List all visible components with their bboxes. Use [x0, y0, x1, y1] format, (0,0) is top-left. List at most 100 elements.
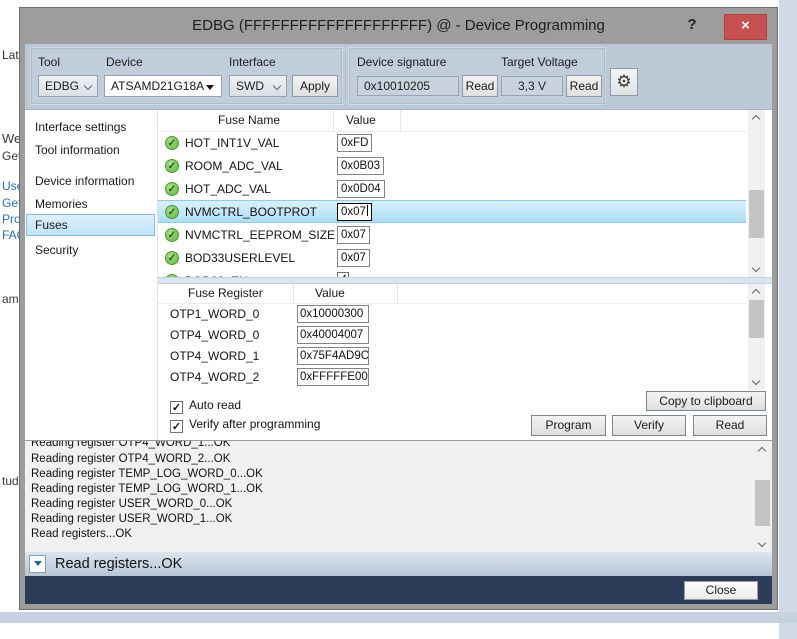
log-line: Reading register USER_WORD_0...OK — [31, 498, 232, 510]
fuse-name: BOD33USERLEVEL — [185, 251, 295, 265]
scrollbar-thumb[interactable] — [749, 190, 764, 238]
register-table-scrollbar[interactable] — [748, 284, 765, 390]
tool-select-value: EDBG — [45, 79, 79, 93]
fuse-table-scrollbar[interactable] — [748, 110, 765, 277]
log-scrollbar[interactable] — [754, 442, 771, 551]
register-value-input[interactable]: 0xFFFFFE00 — [297, 368, 369, 386]
copy-to-clipboard-button[interactable]: Copy to clipboard — [646, 391, 766, 411]
verify-checkbox[interactable] — [170, 420, 183, 433]
text-caret — [367, 205, 368, 216]
fuse-value-input-focused[interactable]: 0x07 — [337, 203, 372, 221]
fuse-value-input[interactable]: 0x0D04 — [337, 180, 385, 198]
fuse-name: NVMCTRL_BOOTPROT — [185, 205, 317, 219]
log-line: Reading register TEMP_LOG_WORD_1...OK — [31, 483, 263, 495]
sidebar-item-device-information[interactable]: Device information — [25, 171, 157, 191]
log-line: Reading register TEMP_LOG_WORD_0...OK — [31, 468, 263, 480]
scrollbar-thumb[interactable] — [749, 300, 764, 338]
device-programming-dialog: EDBG (FFFFFFFFFFFFFFFFFFFF) @ - Device P… — [20, 8, 777, 609]
dialog-title: EDBG (FFFFFFFFFFFFFFFFFFFF) @ - Device P… — [20, 17, 777, 34]
fuse-value-header: Value — [346, 113, 376, 127]
auto-read-checkbox-row[interactable]: Auto read — [170, 398, 241, 414]
fuse-value-input[interactable]: 0x07 — [337, 226, 370, 244]
fuse-value-text: 0x07 — [341, 206, 366, 218]
background-window-edge — [779, 0, 797, 639]
fuse-value-input[interactable]: 0x0B03 — [337, 157, 384, 175]
dropdown-arrow-icon — [206, 85, 214, 90]
verify-checkbox-row[interactable]: Verify after programming — [170, 417, 320, 433]
log-line: Read registers...OK — [31, 528, 132, 540]
scroll-up-button[interactable] — [754, 442, 771, 457]
program-button[interactable]: Program — [531, 415, 606, 436]
sidebar-item-tool-information[interactable]: Tool information — [25, 140, 157, 160]
interface-select[interactable]: SWD — [229, 75, 287, 97]
register-row[interactable]: OTP4_WORD_1 0x75F4AD9C — [158, 346, 746, 367]
settings-button[interactable]: ⚙ — [610, 68, 638, 96]
chevron-down-icon — [758, 539, 766, 547]
tool-select[interactable]: EDBG — [38, 75, 98, 97]
read-voltage-button[interactable]: Read — [566, 75, 602, 97]
column-divider — [397, 284, 398, 303]
target-voltage-value: 3,3 V — [501, 76, 563, 96]
register-row[interactable]: OTP1_WORD_0 0x10000300 — [158, 304, 746, 325]
chevron-down-icon — [273, 82, 281, 90]
fuse-name: HOT_INT1V_VAL — [185, 136, 279, 150]
dialog-body: Tool Device Interface EDBG ATSAMD21G18A … — [25, 44, 772, 604]
sidebar-item-memories[interactable]: Memories — [25, 194, 157, 214]
scroll-down-button[interactable] — [754, 537, 771, 551]
signature-group: Device signature Target Voltage 0x100102… — [348, 47, 606, 105]
fuse-value-input[interactable]: 0xFD — [337, 134, 372, 152]
background-window-band — [0, 612, 797, 623]
log-line: Reading register OTP4_WORD_1...OK — [31, 440, 230, 449]
register-value-input[interactable]: 0x10000300 — [297, 305, 369, 323]
chevron-up-icon — [752, 289, 760, 297]
apply-button[interactable]: Apply — [292, 75, 338, 97]
register-name: OTP1_WORD_0 — [170, 307, 259, 321]
register-value-input[interactable]: 0x75F4AD9C — [297, 347, 369, 365]
dialog-footer: Close — [25, 576, 772, 604]
auto-read-checkbox[interactable] — [170, 401, 183, 414]
verify-button[interactable]: Verify — [612, 415, 686, 436]
register-row[interactable]: OTP4_WORD_0 0x40004007 — [158, 325, 746, 346]
scroll-down-button[interactable] — [748, 375, 765, 390]
sidebar-item-security[interactable]: Security — [25, 240, 157, 260]
device-select[interactable]: ATSAMD21G18A — [104, 75, 222, 97]
close-window-button[interactable]: × — [724, 14, 767, 40]
column-divider — [333, 110, 334, 131]
fuse-row[interactable]: ✓ HOT_ADC_VAL 0x0D04 — [158, 178, 746, 201]
fuse-row-clipped[interactable]: ✓ BOD33_EN — [158, 270, 746, 277]
scroll-down-button[interactable] — [748, 262, 765, 277]
register-value-header: Value — [315, 286, 345, 300]
fuse-row[interactable]: ✓ ROOM_ADC_VAL 0x0B03 — [158, 155, 746, 178]
log-line: Reading register USER_WORD_1...OK — [31, 513, 232, 525]
read-button[interactable]: Read — [693, 415, 767, 436]
fuse-row-selected[interactable]: ✓ NVMCTRL_BOOTPROT 0x07 — [158, 200, 746, 223]
sidebar-item-fuses[interactable]: Fuses — [25, 215, 157, 235]
log-panel[interactable]: Reading register OTP4_WORD_1...OK Readin… — [25, 440, 772, 551]
scroll-up-button[interactable] — [748, 284, 765, 299]
status-dropdown-button[interactable] — [29, 555, 46, 573]
panel-splitter[interactable] — [158, 277, 772, 284]
background-text-fragment: Lat — [2, 48, 19, 62]
help-button[interactable]: ? — [683, 16, 701, 38]
close-dialog-button[interactable]: Close — [684, 581, 758, 600]
auto-read-label: Auto read — [189, 398, 241, 412]
register-value-input[interactable]: 0x40004007 — [297, 326, 369, 344]
toolbar: Tool Device Interface EDBG ATSAMD21G18A … — [25, 44, 772, 110]
interface-select-value: SWD — [236, 79, 264, 93]
fuse-value-input[interactable]: 0x07 — [337, 249, 370, 267]
fuse-row[interactable]: ✓ BOD33USERLEVEL 0x07 — [158, 247, 746, 270]
fuse-ok-icon: ✓ — [165, 205, 179, 219]
read-signature-button[interactable]: Read — [462, 75, 498, 97]
fuse-row[interactable]: ✓ HOT_INT1V_VAL 0xFD — [158, 132, 746, 155]
scrollbar-thumb[interactable] — [755, 480, 770, 526]
fuse-name-header: Fuse Name — [218, 113, 280, 127]
scroll-up-button[interactable] — [748, 110, 765, 125]
titlebar[interactable]: EDBG (FFFFFFFFFFFFFFFFFFFF) @ - Device P… — [20, 8, 777, 44]
fuse-register-table: Fuse Register Value OTP1_WORD_0 0x100003… — [158, 284, 772, 390]
sidebar-item-interface-settings[interactable]: Interface settings — [25, 117, 157, 137]
fuse-row[interactable]: ✓ NVMCTRL_EEPROM_SIZE 0x07 — [158, 224, 746, 247]
register-row[interactable]: OTP4_WORD_2 0xFFFFFE00 — [158, 367, 746, 388]
fuse-table: Fuse Name Value ✓ HOT_INT1V_VAL 0xFD ✓ R… — [158, 110, 772, 277]
fuse-name: ROOM_ADC_VAL — [185, 159, 283, 173]
gear-icon: ⚙ — [616, 72, 631, 91]
